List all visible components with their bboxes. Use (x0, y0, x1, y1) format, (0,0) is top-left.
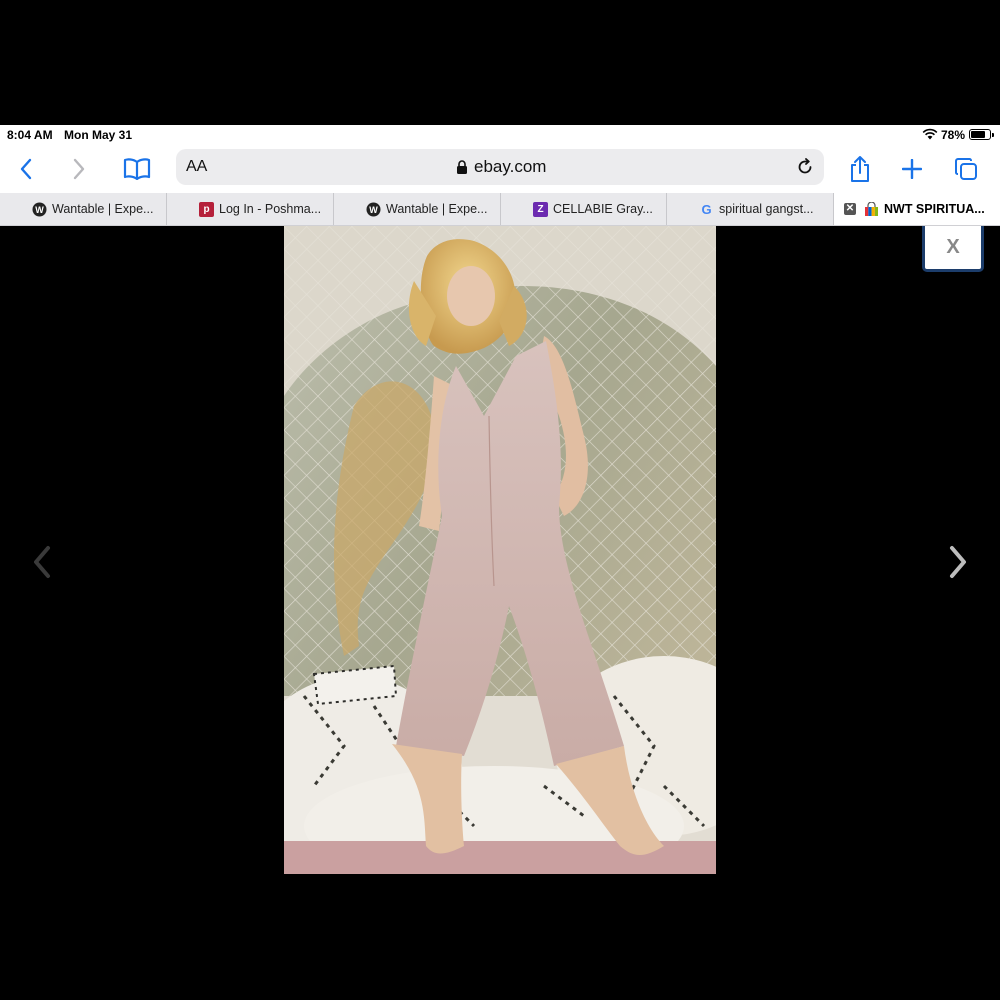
tab-ebay-active[interactable]: ✕ NWT SPIRITUA... (834, 193, 1000, 225)
reload-button[interactable] (796, 158, 814, 181)
next-image-button[interactable] (942, 542, 972, 582)
next-arrow-icon (950, 546, 966, 578)
svg-text:W: W (369, 205, 378, 215)
svg-text:W: W (35, 205, 44, 215)
ebay-icon (864, 201, 879, 217)
share-icon (851, 156, 869, 182)
zulily-icon: Z (533, 201, 548, 217)
lock-icon (456, 160, 468, 179)
new-tab-icon (902, 159, 922, 179)
tab-label: CELLABIE Gray... (553, 202, 653, 216)
ipad-screen: 8:04 AM Mon May 31 78% AA ebay.com W Wan… (0, 125, 1000, 874)
google-icon: G (699, 202, 714, 217)
address-bar[interactable]: AA ebay.com (176, 149, 824, 185)
battery-icon (969, 129, 994, 140)
wifi-icon (922, 128, 938, 143)
url-text: ebay.com (474, 157, 547, 176)
status-date: Mon May 31 (64, 128, 133, 142)
tab-bar: W Wantable | Expe... p Log In - Poshma..… (0, 193, 1000, 226)
close-tab-icon[interactable]: ✕ (844, 203, 856, 215)
tab-label: spiritual gangst... (719, 202, 814, 216)
tab-label: Wantable | Expe... (52, 202, 154, 216)
share-button[interactable] (842, 151, 878, 187)
prev-image-button[interactable] (28, 542, 58, 582)
svg-text:G: G (701, 202, 711, 217)
bookmarks-button[interactable] (119, 151, 155, 187)
status-time: 8:04 AM (7, 128, 53, 142)
browser-toolbar: AA ebay.com (0, 145, 1000, 193)
poshmark-icon: p (199, 201, 214, 217)
tab-zulily[interactable]: Z CELLABIE Gray... (501, 193, 667, 225)
tab-poshmark[interactable]: p Log In - Poshma... (167, 193, 334, 225)
close-viewer-button[interactable]: X (922, 226, 984, 272)
bookmarks-icon (123, 158, 151, 180)
tab-google[interactable]: G spiritual gangst... (667, 193, 834, 225)
reader-options-button[interactable]: AA (186, 158, 207, 176)
image-viewer: X (0, 226, 1000, 874)
forward-icon (73, 158, 85, 180)
back-button[interactable] (8, 151, 44, 187)
tab-label: Log In - Poshma... (219, 202, 322, 216)
back-icon (20, 158, 32, 180)
forward-button[interactable] (61, 151, 97, 187)
tabs-overview-button[interactable] (948, 151, 984, 187)
tab-wantable-1[interactable]: W Wantable | Expe... (0, 193, 167, 225)
tabs-overview-icon (955, 158, 977, 180)
reload-icon (798, 158, 812, 174)
wantable-icon: W (366, 202, 381, 217)
wantable-icon: W (32, 202, 47, 217)
tab-label: NWT SPIRITUA... (884, 202, 985, 216)
prev-arrow-icon (34, 546, 50, 578)
battery-percent: 78% (941, 128, 966, 142)
new-tab-button[interactable] (894, 151, 930, 187)
product-photo[interactable] (284, 226, 716, 874)
tab-wantable-2[interactable]: W Wantable | Expe... (334, 193, 501, 225)
status-bar: 8:04 AM Mon May 31 78% (0, 125, 1000, 145)
tab-label: Wantable | Expe... (386, 202, 488, 216)
